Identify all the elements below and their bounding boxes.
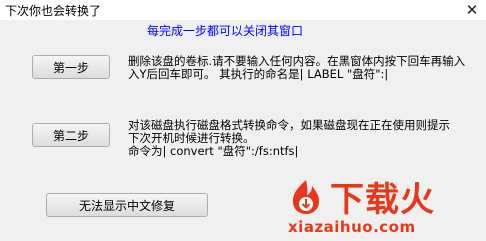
- step-one-line: 入Y后回车即可。 其执行的命名是| LABEL "盘符":|: [128, 67, 389, 81]
- step-two-description: 对该磁盘执行磁盘格式转换命令，如果磁盘现在正在使用则提示 下次开机时候进行转换。…: [128, 119, 450, 158]
- step-one-button[interactable]: 第一步: [32, 55, 110, 79]
- watermark-logo-icon: [292, 180, 320, 214]
- close-icon[interactable]: ✕: [458, 0, 486, 20]
- watermark-text: 下载火: [330, 180, 435, 220]
- watermark-url: xiazaihuo.com: [288, 218, 416, 236]
- window-title: 下次你也会转换了: [5, 4, 102, 18]
- step-two-button[interactable]: 第二步: [32, 123, 110, 147]
- headline-text: 每完成一步都可以关闭其窗口: [147, 24, 304, 38]
- title-bar: 下次你也会转换了 ✕: [0, 0, 486, 20]
- step-two-line: 命令为| convert "盘符":/fs:ntfs|: [128, 144, 299, 158]
- step-one-description: 删除该盘的卷标.请不要输入任何内容。在黑窗体内按下回车再输入 入Y后回车即可。 …: [128, 55, 465, 81]
- repair-chinese-display-button[interactable]: 无法显示中文修复: [46, 193, 208, 217]
